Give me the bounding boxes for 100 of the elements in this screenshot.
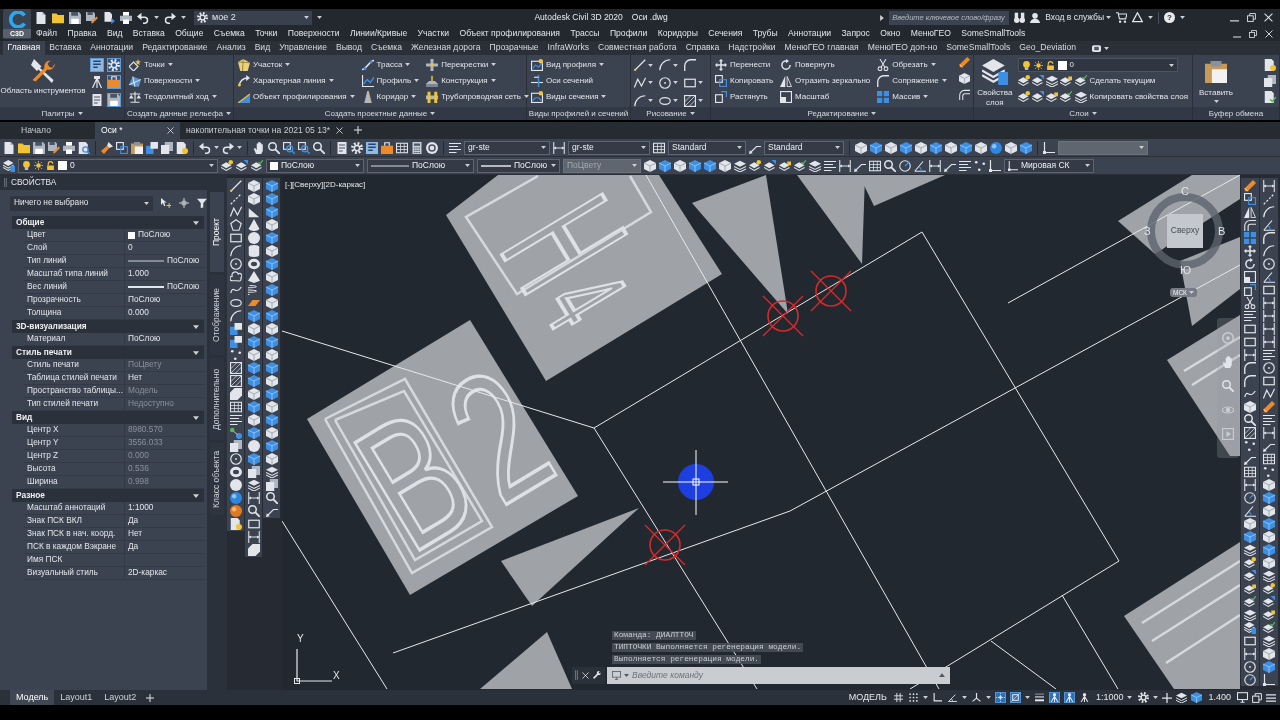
two-pages-icon[interactable] xyxy=(161,141,173,154)
box-icon[interactable] xyxy=(959,73,970,84)
menu-item[interactable]: Съемка xyxy=(208,26,250,41)
panel-title-button[interactable]: Создать данные рельефа xyxy=(125,107,233,120)
ribbon-tab[interactable]: Geo_Deviation xyxy=(1014,41,1081,55)
workspace-dropdown[interactable]: мое 2 xyxy=(194,10,312,25)
property-value[interactable]: ПоСлою xyxy=(125,294,204,306)
pencil-icon[interactable] xyxy=(959,57,970,68)
caret-icon[interactable] xyxy=(648,63,653,67)
tool-palettes-button[interactable]: Область инструментов xyxy=(0,57,86,107)
dot-grid-icon[interactable] xyxy=(907,692,919,703)
menu-item[interactable]: Аннотации xyxy=(782,26,837,41)
caret-icon[interactable] xyxy=(1153,696,1159,699)
funnel-icon[interactable] xyxy=(197,198,207,208)
cube-icon[interactable] xyxy=(265,206,278,219)
menu-item[interactable]: МенюГЕО xyxy=(905,26,957,41)
page-icon[interactable] xyxy=(3,141,15,154)
box-icon[interactable] xyxy=(247,180,260,193)
compass-west[interactable]: З xyxy=(1144,226,1151,237)
restore-icon[interactable] xyxy=(1249,29,1257,38)
layers-check-icon[interactable] xyxy=(251,159,263,172)
person-tripod-icon[interactable] xyxy=(1063,692,1075,703)
box-icon[interactable] xyxy=(674,159,686,172)
close-icon[interactable] xyxy=(1265,29,1273,38)
panel-sheet-icon[interactable] xyxy=(90,58,104,72)
page-check-icon[interactable] xyxy=(1264,91,1276,103)
rounded-corner-icon[interactable] xyxy=(684,59,696,72)
cube-icon[interactable] xyxy=(265,414,278,427)
property-value[interactable]: ПоСлою xyxy=(125,255,204,267)
layout-tab[interactable]: Layout2 xyxy=(98,690,143,705)
sphere-icon[interactable] xyxy=(247,440,260,453)
cube-icon[interactable] xyxy=(930,141,942,154)
linked-dots-icon[interactable] xyxy=(229,427,242,440)
box-icon[interactable] xyxy=(265,271,278,284)
dropdown[interactable]: 0 xyxy=(18,158,218,173)
menu-item[interactable]: Запрос xyxy=(836,26,876,41)
layers-icon[interactable] xyxy=(1244,544,1256,556)
ribbon-command-button[interactable]: Сопряжение xyxy=(876,73,948,88)
circle-icon[interactable] xyxy=(659,77,671,89)
ribbon-tab[interactable]: Редактирование xyxy=(137,41,213,55)
layout-tab[interactable]: Layout1 xyxy=(54,690,99,705)
box-icon[interactable] xyxy=(855,141,867,154)
grip-icon[interactable] xyxy=(575,670,578,681)
page-star-icon[interactable] xyxy=(1264,59,1276,71)
dashed-line-icon[interactable] xyxy=(1263,193,1275,205)
cube-icon[interactable] xyxy=(247,310,260,323)
mirror-triangles-icon[interactable] xyxy=(1244,206,1256,218)
monitor-icon[interactable] xyxy=(1237,692,1248,703)
cube-icon[interactable] xyxy=(1263,518,1275,530)
panel-title-button[interactable]: Виды профилей и сечений xyxy=(527,107,630,120)
cube-icon[interactable] xyxy=(265,440,278,453)
angle-arc-icon[interactable] xyxy=(1263,271,1275,283)
magnifier-icon[interactable] xyxy=(884,159,896,172)
line-icon[interactable] xyxy=(634,59,646,72)
close-icon[interactable] xyxy=(1264,13,1273,22)
cube-icon[interactable] xyxy=(1263,544,1275,556)
page-icon[interactable] xyxy=(35,11,47,24)
dimension-icon[interactable] xyxy=(839,159,851,172)
pencil-icon[interactable] xyxy=(1244,180,1256,192)
ribbon-command-button[interactable]: Точки xyxy=(128,57,218,72)
palette-tab[interactable]: Класс объекта xyxy=(210,443,224,515)
ribbon-command-button[interactable]: Виды сечения xyxy=(530,89,608,104)
menu-item[interactable]: Точки xyxy=(250,26,283,41)
angle-arc-icon[interactable] xyxy=(1263,219,1275,231)
ribbon-command-button[interactable]: Вид профиля xyxy=(530,57,608,72)
property-value[interactable]: Нет xyxy=(125,372,204,384)
dimension-icon[interactable] xyxy=(1263,297,1275,309)
caret-icon[interactable] xyxy=(880,14,885,21)
rectangle-icon[interactable] xyxy=(1263,284,1275,296)
radius-circle-icon[interactable] xyxy=(1244,674,1256,686)
caret-icon[interactable] xyxy=(961,696,967,699)
dropdown[interactable]: ПоСлою xyxy=(266,158,364,173)
sphere-icon[interactable] xyxy=(229,505,242,518)
triangle-outline-icon[interactable] xyxy=(1132,12,1143,23)
ribbon-command-button[interactable]: Копировать xyxy=(714,73,775,88)
ribbon-tab[interactable]: Вставка xyxy=(44,41,86,55)
plus-icon[interactable] xyxy=(1162,692,1173,703)
caret-icon[interactable] xyxy=(1180,16,1185,19)
calculator-icon[interactable] xyxy=(411,141,423,154)
box-icon[interactable] xyxy=(1244,518,1256,530)
layers-arrow-icon[interactable] xyxy=(1031,74,1044,87)
ribbon-command-button[interactable]: Перенести xyxy=(714,57,775,72)
floppy-disk-icon[interactable] xyxy=(107,92,121,107)
cloud-outline-icon[interactable] xyxy=(229,271,242,284)
cube-icon[interactable] xyxy=(265,310,278,323)
box-icon[interactable] xyxy=(265,219,278,232)
scissors-icon[interactable] xyxy=(1244,297,1256,309)
rectangle-icon[interactable] xyxy=(1244,336,1256,348)
menu-item[interactable]: Вид xyxy=(101,26,128,41)
page-magnifier-icon[interactable] xyxy=(78,141,90,154)
section-header[interactable]: Вид xyxy=(12,411,204,424)
parallel-arcs-icon[interactable] xyxy=(959,89,970,100)
cube-icon[interactable] xyxy=(870,141,882,154)
filled-shape-icon[interactable] xyxy=(229,388,242,401)
cube-icon[interactable] xyxy=(247,453,260,466)
block-squares-icon[interactable] xyxy=(146,141,158,154)
ribbon-tab[interactable]: Надстройки xyxy=(723,41,780,55)
caret-icon[interactable] xyxy=(624,673,629,677)
hatched-square-icon[interactable] xyxy=(229,362,242,375)
cube-icon[interactable] xyxy=(247,336,260,349)
